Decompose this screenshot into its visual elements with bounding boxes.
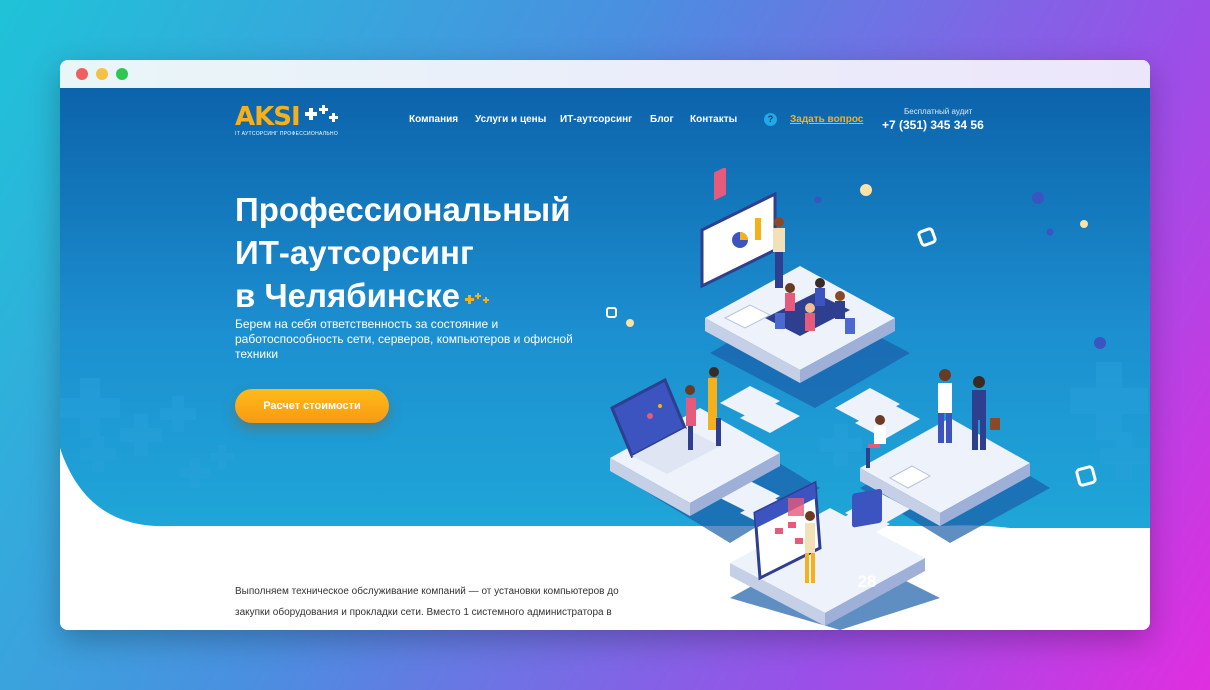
- page: AKSI IT АУТСОРСИНГ ПРОФЕССИОНАЛЬНО Компа…: [60, 88, 1150, 630]
- phone-number[interactable]: +7 (351) 345 34 56: [882, 118, 984, 132]
- question-icon[interactable]: ?: [764, 113, 777, 126]
- hero-subtitle: Берем на себя ответственность за состоян…: [235, 317, 573, 361]
- hero-title: Профессиональный ИТ-аутсорсинг в Челябин…: [235, 188, 570, 317]
- minimize-dot[interactable]: [96, 68, 108, 80]
- hero-title-line3-wrap: в Челябинске: [235, 274, 570, 317]
- ask-question-link[interactable]: Задать вопрос: [790, 114, 863, 125]
- hero-title-line1: Профессиональный: [235, 191, 571, 228]
- logo-plus-icon: [305, 105, 338, 122]
- nav-company[interactable]: Компания: [409, 114, 458, 125]
- logo-subtitle: IT АУТСОРСИНГ ПРОФЕССИОНАЛЬНО: [235, 131, 339, 137]
- calculate-cost-button[interactable]: Расчет стоимости: [235, 389, 389, 423]
- deco-square: [917, 227, 937, 247]
- browser-titlebar: [60, 60, 1150, 88]
- site-logo[interactable]: AKSI IT АУТСОРСИНГ ПРОФЕССИОНАЛЬНО: [235, 102, 345, 142]
- deco-circle: [1032, 192, 1044, 204]
- hero-title-line3: в Челябинске: [235, 277, 461, 314]
- deco-circle: [814, 196, 822, 204]
- nav-blog[interactable]: Блог: [650, 114, 674, 125]
- maximize-dot[interactable]: [116, 68, 128, 80]
- logo-text: AKSI: [235, 102, 301, 132]
- close-dot[interactable]: [76, 68, 88, 80]
- deco-circle: [626, 319, 634, 327]
- deco-circle: [860, 184, 872, 196]
- hero-title-line2: ИТ-аутсорсинг: [235, 234, 474, 271]
- sparkle-icon: [465, 293, 489, 304]
- nav-services[interactable]: Услуги и цены: [475, 114, 546, 125]
- calendar-day: 28: [858, 572, 877, 591]
- isometric-illustration: 28: [606, 168, 1106, 630]
- nav-it-outsourcing[interactable]: ИТ-аутсорсинг: [560, 114, 632, 125]
- deco-circle: [1094, 337, 1106, 349]
- browser-window: AKSI IT АУТСОРСИНГ ПРОФЕССИОНАЛЬНО Компа…: [60, 60, 1150, 630]
- deco-square: [606, 307, 617, 318]
- deco-circle: [1046, 228, 1054, 236]
- deco-circle: [1080, 220, 1088, 228]
- audit-label: Бесплатный аудит: [904, 107, 973, 116]
- nav-contacts[interactable]: Контакты: [690, 114, 737, 125]
- deco-square: [1075, 465, 1097, 487]
